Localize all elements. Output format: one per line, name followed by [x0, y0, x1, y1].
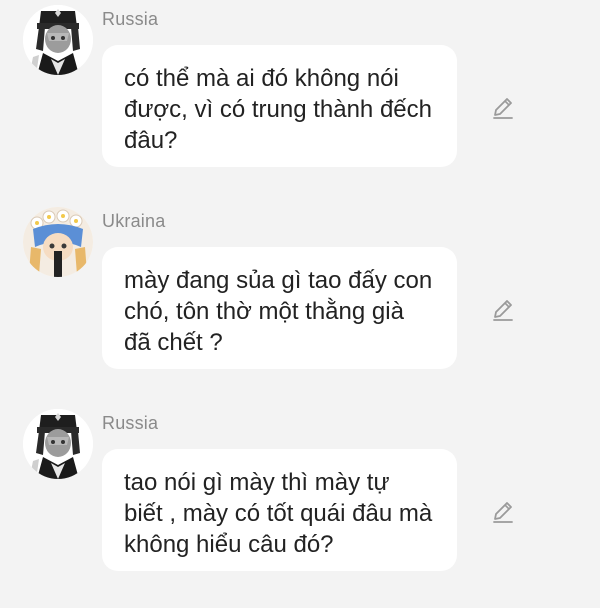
- russia-avatar[interactable]: [23, 5, 93, 75]
- message-bubble[interactable]: mày đang sủa gì tao đấy con chó, tôn thờ…: [102, 247, 457, 369]
- sender-name: Russia: [102, 9, 159, 29]
- sender-name: Russia: [102, 413, 159, 433]
- chat-thread: Russia có thể mà ai đó không nói được, v…: [0, 0, 600, 608]
- pencil-icon[interactable]: [490, 95, 516, 121]
- message-text: tao nói gì mày thì mày tự biết , mày có …: [124, 469, 433, 558]
- sender-name: Ukraina: [102, 211, 166, 231]
- message-text: có thể mà ai đó không nói được, vì có tr…: [124, 65, 432, 154]
- pencil-icon[interactable]: [490, 297, 516, 323]
- ukraina-avatar[interactable]: [23, 207, 93, 277]
- message-bubble[interactable]: tao nói gì mày thì mày tự biết , mày có …: [102, 449, 457, 571]
- russia-avatar[interactable]: [23, 409, 93, 479]
- pencil-icon[interactable]: [490, 499, 516, 525]
- message-text: mày đang sủa gì tao đấy con chó, tôn thờ…: [124, 267, 433, 356]
- message-bubble[interactable]: có thể mà ai đó không nói được, vì có tr…: [102, 45, 457, 167]
